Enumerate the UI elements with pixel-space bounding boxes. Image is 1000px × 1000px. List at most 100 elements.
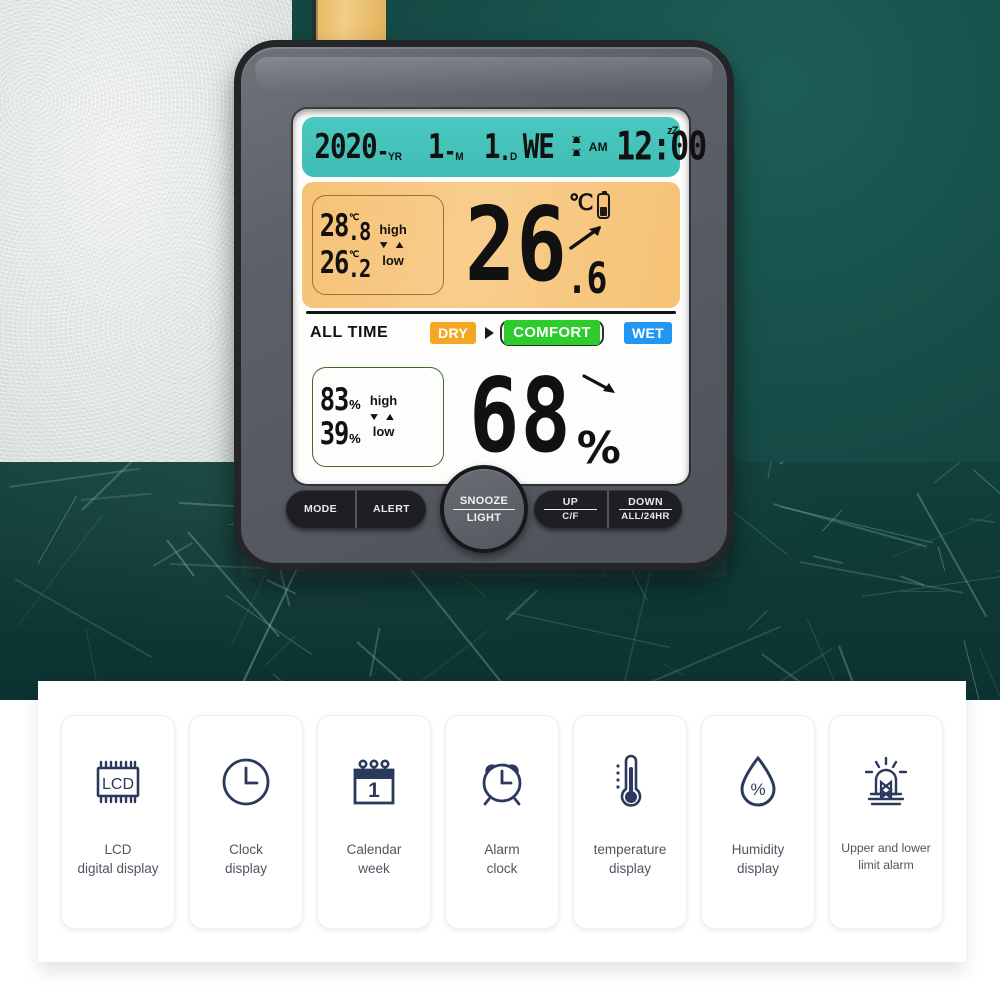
alarm-bell-icons (570, 135, 583, 160)
year-unit: YR (388, 150, 402, 164)
water-drop-icon: % (734, 750, 782, 814)
comfort-pointer-icon (485, 327, 495, 339)
humidity-low-label: low (372, 424, 395, 440)
feature-card-humidity: % Humidity display (701, 714, 815, 929)
alarm-bell-icon-2 (571, 148, 581, 156)
humidity-low-unit: % (349, 431, 361, 446)
temperature-minmax-box: 28 ℃ .8 26 ℃ .2 high ▼▲ low (312, 195, 444, 295)
battery-icon (597, 191, 611, 219)
device-button-row: MODE ALERT SNOOZE LIGHT UP C/F DOWN ALL/… (241, 465, 727, 553)
temperature-unit-symbol: ℃ (568, 190, 594, 215)
humidity-high-unit: % (349, 397, 361, 412)
svg-text:%: % (750, 780, 765, 799)
feature-label-clock: Clock display (224, 841, 268, 877)
mode-button-label: MODE (303, 503, 338, 515)
alert-button-label: ALERT (373, 503, 410, 515)
feature-label-limit-alarm: Upper and lower limit alarm (841, 840, 931, 873)
temperature-reading: 26 ℃ .6 (465, 186, 611, 304)
feature-label-calendar: Calendar week (346, 841, 402, 877)
calendar-icon: 1 (347, 750, 401, 814)
up-button[interactable]: UP C/F (534, 490, 609, 528)
temperature-high-decimal: .8 (347, 215, 372, 246)
feature-label-humidity: Humidity display (731, 841, 785, 877)
year-value: 2020 (314, 127, 377, 167)
temperature-high-row: 28 ℃ .8 (320, 207, 372, 246)
snooze-label: SNOOZE (459, 494, 509, 507)
mode-button[interactable]: MODE (286, 490, 357, 528)
humidity-minmax-box: 83 % 39 % high ▼▲ low (312, 366, 444, 467)
lcd-chip-icon: LCD (89, 750, 147, 814)
feature-card-lcd: LCD LCD digital display (61, 714, 175, 929)
temperature-high-value: 28 (319, 206, 350, 244)
month-dash: - (444, 135, 456, 166)
humidity-high-value: 83 (319, 381, 350, 418)
temperature-minmax-labels: high ▼▲ low (377, 222, 409, 268)
feature-card-temperature: temperature display (573, 714, 687, 929)
temperature-decimal: .6 (566, 254, 607, 304)
lcd-screen: 2020 - YR 1 - M 1 . D WE AM 12:00 zZ 28 … (293, 109, 707, 484)
snooze-indicator: zZ (667, 125, 678, 137)
month-value: 1 (427, 127, 445, 167)
feature-label-temperature: temperature display (593, 841, 667, 877)
left-button-pair: MODE ALERT (286, 490, 426, 528)
humidity-current-value: 68 (468, 357, 572, 476)
snooze-light-button[interactable]: SNOOZE LIGHT (440, 465, 528, 553)
alarm-bell-icon (571, 135, 581, 143)
feature-label-alarm: Alarm clock (484, 841, 520, 877)
svg-text:LCD: LCD (102, 776, 134, 793)
humidity-reading: 68 % (469, 357, 621, 476)
temperature-low-decimal: .2 (347, 252, 372, 283)
humidity-low-value: 39 (319, 415, 350, 452)
temperature-low-value: 26 (319, 243, 350, 281)
feature-card-limit-alarm: Upper and lower limit alarm (829, 714, 943, 929)
day-value: 1 (483, 127, 500, 167)
lcd-date-time-bar: 2020 - YR 1 - M 1 . D WE AM 12:00 zZ (302, 117, 707, 177)
lcd-humidity-panel: 83 % 39 % high ▼▲ low 68 % (302, 357, 680, 476)
humidity-low-row: 39 % (320, 415, 361, 451)
alltime-label: ALL TIME (310, 324, 389, 341)
device-gloss (255, 57, 713, 93)
feature-highlights-panel: LCD LCD digital display Clock display 1 (38, 681, 966, 962)
down-button-sublabel: ALL/24HR (619, 509, 672, 522)
clock-icon (219, 750, 273, 814)
feature-card-clock: Clock display (189, 714, 303, 929)
thermo-hygrometer-device: 2020 - YR 1 - M 1 . D WE AM 12:00 zZ 28 … (234, 40, 734, 570)
right-button-pair: UP C/F DOWN ALL/24HR (534, 490, 682, 528)
down-button[interactable]: DOWN ALL/24HR (609, 490, 682, 528)
feature-card-alarm: Alarm clock (445, 714, 559, 929)
minmax-marker-icon: ▼▲ (377, 238, 409, 251)
month-unit: M (455, 150, 464, 164)
temperature-low-row: 26 ℃ .2 (320, 244, 372, 283)
comfort-level-dry: DRY (430, 322, 477, 344)
svg-text:1: 1 (368, 779, 380, 802)
weekday-value: WE (522, 127, 555, 167)
day-unit: D (509, 150, 518, 164)
feature-card-calendar: 1 Calendar week (317, 714, 431, 929)
thermometer-icon (609, 750, 651, 814)
humidity-unit-symbol: % (576, 422, 621, 474)
comfort-level-wet: WET (623, 322, 672, 344)
siren-alarm-icon (858, 750, 914, 814)
alert-button[interactable]: ALERT (357, 490, 426, 528)
light-label: LIGHT (453, 508, 515, 524)
clock-group: 12:00 zZ (616, 125, 707, 170)
alarm-clock-icon (474, 750, 530, 814)
day-group: 1 . D (483, 127, 518, 167)
temperature-low-label: low (382, 252, 404, 268)
up-button-label: UP (562, 496, 579, 508)
temperature-trend-up-icon (569, 226, 601, 250)
humidity-minmax-labels: high ▼▲ low (368, 394, 400, 439)
humidity-high-row: 83 % (320, 381, 361, 417)
up-button-sublabel: C/F (544, 509, 597, 522)
lcd-comfort-bar: ALL TIME DRY COMFORT WET (302, 311, 680, 354)
year-dash: - (376, 135, 389, 166)
meridiem-label: AM (588, 140, 608, 154)
humidity-minmax-marker-icon: ▼▲ (367, 410, 400, 423)
clock-value: 12:00 (616, 124, 707, 170)
month-group: 1 - M (428, 128, 464, 167)
comfort-selected-frame: COMFORT (500, 320, 604, 346)
lcd-temperature-panel: 28 ℃ .8 26 ℃ .2 high ▼▲ low 26 ℃ .6 (302, 182, 680, 308)
feature-label-lcd: LCD digital display (77, 841, 159, 877)
down-button-label: DOWN (628, 496, 663, 508)
humidity-trend-down-icon (582, 373, 615, 393)
